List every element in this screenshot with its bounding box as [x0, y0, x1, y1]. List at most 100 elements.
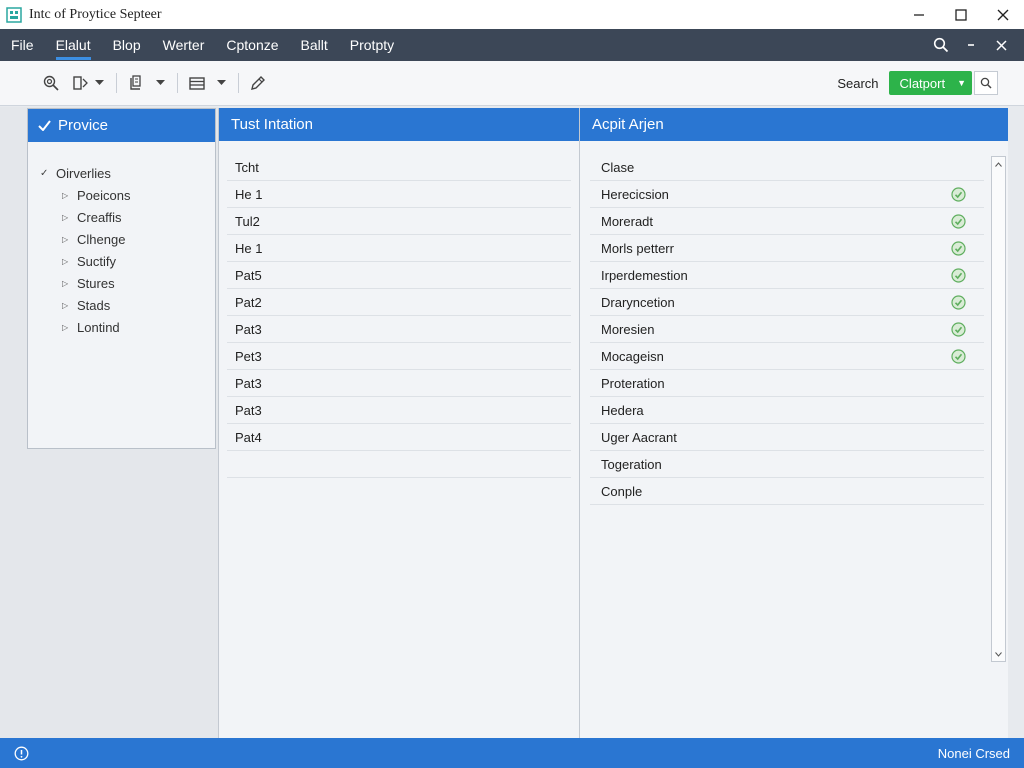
- tree-item-label: Poeicons: [77, 187, 131, 203]
- menubar-close-button[interactable]: [986, 29, 1016, 61]
- list-item[interactable]: He 1: [227, 181, 571, 208]
- list-item[interactable]: Pat3: [227, 316, 571, 343]
- list-item[interactable]: Draryncetion: [590, 289, 984, 316]
- menu-blop[interactable]: Blop: [102, 29, 152, 61]
- maximize-button[interactable]: [940, 0, 982, 29]
- toolbar-search-button[interactable]: [974, 71, 998, 95]
- chevron-down-icon: ▼: [957, 78, 966, 88]
- list-item-label: Moresien: [601, 321, 655, 337]
- clatport-button[interactable]: Clatport ▼: [888, 71, 972, 95]
- tree-item[interactable]: ▷ Clhenge: [28, 228, 215, 250]
- right-list: Clase Herecicsion Moreradt Morls petterr Irp…: [590, 154, 984, 505]
- list-dropdown[interactable]: [214, 72, 228, 94]
- menubar-minimize-button[interactable]: [956, 29, 986, 61]
- menu-werter[interactable]: Werter: [152, 29, 216, 61]
- minimize-button[interactable]: [898, 0, 940, 29]
- menubar-search-button[interactable]: [926, 29, 956, 61]
- document-button[interactable]: [125, 72, 147, 94]
- tree-item[interactable]: ▷ Stads: [28, 294, 215, 316]
- list-item-label: Irperdemestion: [601, 267, 688, 283]
- tree-item[interactable]: ▷ Lontind: [28, 316, 215, 338]
- edit-button[interactable]: [247, 72, 269, 94]
- vertical-scrollbar[interactable]: [991, 156, 1006, 662]
- maximize-icon: [955, 8, 967, 21]
- tree-item-label: Suctify: [77, 253, 117, 269]
- tree-item[interactable]: ▷ Stures: [28, 272, 215, 294]
- menu-elalut[interactable]: Elalut: [45, 29, 102, 61]
- list-item[interactable]: Herecicsion: [590, 181, 984, 208]
- list-item[interactable]: Irperdemestion: [590, 262, 984, 289]
- tree-root[interactable]: ✓ Oirverlies: [28, 162, 215, 184]
- check-circle-icon[interactable]: [951, 241, 966, 256]
- menu-file[interactable]: File: [0, 29, 45, 61]
- provice-panel-title: Provice: [58, 117, 109, 134]
- list-item[interactable]: Mocageisn: [590, 343, 984, 370]
- tree-item[interactable]: ▷ Suctify: [28, 250, 215, 272]
- list-item[interactable]: Pat4: [227, 424, 571, 451]
- check-circle-icon[interactable]: [951, 295, 966, 310]
- acpit-arjen-panel: Acpit Arjen Clase Herecicsion Moreradt Morl…: [580, 108, 1008, 738]
- acpit-arjen-panel-header[interactable]: Acpit Arjen: [580, 108, 1008, 141]
- close-button[interactable]: [982, 0, 1024, 29]
- search-label: Search: [837, 75, 879, 91]
- clatport-button-label: Clatport: [899, 75, 946, 91]
- status-text: Nonei Crsed: [937, 745, 1010, 761]
- check-circle-icon[interactable]: [951, 187, 966, 202]
- list-item[interactable]: He 1: [227, 235, 571, 262]
- panel-icon: [73, 76, 88, 90]
- scroll-down-button[interactable]: [992, 648, 1005, 660]
- list-item[interactable]: Conple: [590, 478, 984, 505]
- status-info-button[interactable]: [13, 745, 29, 761]
- tust-intation-panel-header[interactable]: Tust Intation: [219, 108, 579, 141]
- window-title: Intc of Proytice Septeer: [29, 6, 162, 22]
- list-item[interactable]: [227, 451, 571, 478]
- minimize-icon: [914, 13, 924, 16]
- list-item[interactable]: Pat3: [227, 370, 571, 397]
- tust-intation-panel: Tust Intation Tcht He 1 Tul2 He 1 Pat5 P…: [218, 108, 580, 738]
- list-item[interactable]: Uger Aacrant: [590, 424, 984, 451]
- chevron-down-icon: [94, 80, 104, 85]
- document-dropdown[interactable]: [153, 72, 167, 94]
- check-circle-icon[interactable]: [951, 349, 966, 364]
- panel-button[interactable]: [70, 72, 92, 94]
- scroll-up-button[interactable]: [992, 158, 1005, 170]
- list-item[interactable]: Pat2: [227, 289, 571, 316]
- tree-item-label: Stads: [77, 297, 111, 313]
- list-item[interactable]: Proteration: [590, 370, 984, 397]
- check-circle-icon[interactable]: [951, 322, 966, 337]
- menu-ballt[interactable]: Ballt: [290, 29, 339, 61]
- zoom-button[interactable]: [40, 72, 62, 94]
- list-item[interactable]: Clase: [590, 154, 984, 181]
- menu-cptonze[interactable]: Cptonze: [215, 29, 289, 61]
- app-icon: [6, 6, 22, 23]
- provice-panel: Provice ✓ Oirverlies ▷ Poeicons ▷ Creaffis…: [27, 108, 216, 449]
- list-button[interactable]: [186, 72, 208, 94]
- chevron-right-icon: ▷: [62, 256, 69, 266]
- list-item[interactable]: Pat3: [227, 397, 571, 424]
- provice-panel-header[interactable]: Provice: [28, 109, 215, 142]
- edit-icon: [251, 76, 265, 90]
- acpit-arjen-panel-title: Acpit Arjen: [592, 116, 664, 133]
- list-item[interactable]: Morls petterr: [590, 235, 984, 262]
- list-item[interactable]: Pat5: [227, 262, 571, 289]
- list-item-label: Herecicsion: [601, 186, 669, 202]
- list-item[interactable]: Hedera: [590, 397, 984, 424]
- tree-view: ✓ Oirverlies ▷ Poeicons ▷ Creaffis ▷ Clheng…: [28, 142, 215, 338]
- menu-protpty[interactable]: Protpty: [339, 29, 405, 61]
- check-circle-icon[interactable]: [951, 268, 966, 283]
- list-item[interactable]: Moresien: [590, 316, 984, 343]
- chevron-right-icon: ▷: [62, 212, 69, 222]
- panel-dropdown[interactable]: [92, 72, 106, 94]
- tree-item[interactable]: ▷ Poeicons: [28, 184, 215, 206]
- chevron-right-icon: ▷: [62, 322, 69, 332]
- check-circle-icon[interactable]: [951, 214, 966, 229]
- list-item[interactable]: Tul2: [227, 208, 571, 235]
- list-item[interactable]: Pet3: [227, 343, 571, 370]
- list-item[interactable]: Togeration: [590, 451, 984, 478]
- list-item-label: Mocageisn: [601, 348, 664, 364]
- tree-item[interactable]: ▷ Creaffis: [28, 206, 215, 228]
- list-item[interactable]: Moreradt: [590, 208, 984, 235]
- chevron-down-icon: ✓: [40, 167, 49, 179]
- chevron-down-icon: [995, 651, 1002, 657]
- list-item[interactable]: Tcht: [227, 154, 571, 181]
